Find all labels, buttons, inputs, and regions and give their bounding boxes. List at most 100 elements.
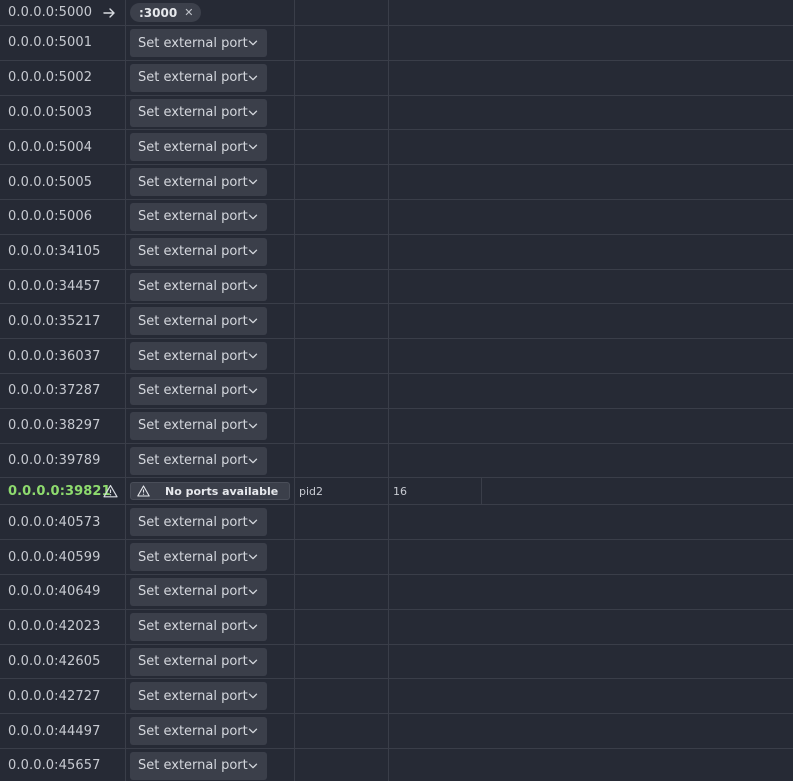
table-row[interactable]: 0.0.0.0:5002 Set external port bbox=[0, 61, 793, 96]
set-external-port-button[interactable]: Set external port bbox=[130, 682, 267, 711]
column-divider bbox=[481, 478, 482, 505]
port-address: 0.0.0.0:5005 bbox=[8, 174, 93, 190]
port-address: 0.0.0.0:40649 bbox=[8, 584, 101, 600]
chevron-down-icon bbox=[248, 40, 258, 46]
set-external-port-label: Set external port bbox=[138, 383, 248, 399]
set-external-port-label: Set external port bbox=[138, 70, 248, 86]
no-ports-label: No ports available bbox=[165, 484, 279, 498]
table-row[interactable]: 0.0.0.0:37287 Set external port bbox=[0, 374, 793, 409]
set-external-port-label: Set external port bbox=[138, 105, 248, 121]
set-external-port-button[interactable]: Set external port bbox=[130, 647, 267, 676]
set-external-port-label: Set external port bbox=[138, 619, 248, 635]
set-external-port-button[interactable]: Set external port bbox=[130, 543, 267, 572]
chevron-down-icon bbox=[248, 693, 258, 699]
set-external-port-button[interactable]: Set external port bbox=[130, 237, 267, 266]
chevron-down-icon bbox=[248, 144, 258, 150]
chevron-down-icon bbox=[248, 318, 258, 324]
warning-icon bbox=[137, 485, 150, 497]
port-address: 0.0.0.0:36037 bbox=[8, 348, 101, 364]
table-row[interactable]: 0.0.0.0:34457 Set external port bbox=[0, 270, 793, 305]
port-address: 0.0.0.0:38297 bbox=[8, 418, 101, 434]
set-external-port-button[interactable]: Set external port bbox=[130, 446, 267, 475]
set-external-port-button[interactable]: Set external port bbox=[130, 612, 267, 641]
chevron-down-icon bbox=[248, 624, 258, 630]
set-external-port-label: Set external port bbox=[138, 174, 248, 190]
port-address: 0.0.0.0:5000 bbox=[8, 5, 93, 20]
port-address: 0.0.0.0:34105 bbox=[8, 244, 101, 260]
port-address: 0.0.0.0:5001 bbox=[8, 35, 93, 51]
chevron-down-icon bbox=[248, 214, 258, 220]
set-external-port-button[interactable]: Set external port bbox=[130, 307, 267, 336]
chevron-down-icon bbox=[248, 284, 258, 289]
table-row[interactable]: 0.0.0.0:39789 Set external port bbox=[0, 444, 793, 479]
set-external-port-button[interactable]: Set external port bbox=[130, 202, 267, 231]
table-row[interactable]: 0.0.0.0:45657 Set external port bbox=[0, 749, 793, 781]
set-external-port-label: Set external port bbox=[138, 35, 248, 51]
port-address: 0.0.0.0:5004 bbox=[8, 139, 93, 155]
chevron-down-icon bbox=[248, 179, 258, 185]
table-row[interactable]: 0.0.0.0:40649 Set external port bbox=[0, 575, 793, 610]
table-row[interactable]: 0.0.0.0:40573 Set external port bbox=[0, 505, 793, 541]
port-address: 0.0.0.0:39821 bbox=[8, 483, 111, 499]
mapped-port-label: :3000 bbox=[139, 5, 178, 20]
table-row[interactable]: 0.0.0.0:5006 Set external port bbox=[0, 200, 793, 235]
table-row[interactable]: 0.0.0.0:42605 Set external port bbox=[0, 645, 793, 680]
table-row[interactable]: 0.0.0.0:5003 Set external port bbox=[0, 96, 793, 131]
table-row[interactable]: 0.0.0.0:38297 Set external port bbox=[0, 409, 793, 444]
chevron-down-icon bbox=[248, 75, 258, 81]
port-address: 0.0.0.0:39789 bbox=[8, 452, 101, 468]
process-id: 16 bbox=[393, 484, 407, 498]
set-external-port-label: Set external port bbox=[138, 244, 248, 260]
set-external-port-button[interactable]: Set external port bbox=[130, 98, 267, 127]
set-external-port-label: Set external port bbox=[138, 453, 248, 469]
port-address: 0.0.0.0:42605 bbox=[8, 653, 101, 669]
set-external-port-button[interactable]: Set external port bbox=[130, 133, 267, 162]
chevron-down-icon bbox=[248, 659, 258, 664]
port-address: 0.0.0.0:40573 bbox=[8, 514, 101, 530]
table-row[interactable]: 0.0.0.0:5000 :3000 ✕ bbox=[0, 0, 793, 26]
set-external-port-button[interactable]: Set external port bbox=[130, 272, 267, 301]
table-row[interactable]: 0.0.0.0:44497 Set external port bbox=[0, 714, 793, 749]
set-external-port-button[interactable]: Set external port bbox=[130, 168, 267, 197]
table-row[interactable]: 0.0.0.0:34105 Set external port bbox=[0, 235, 793, 270]
set-external-port-label: Set external port bbox=[138, 139, 248, 155]
set-external-port-label: Set external port bbox=[138, 549, 248, 565]
set-external-port-button[interactable]: Set external port bbox=[130, 29, 267, 57]
set-external-port-label: Set external port bbox=[138, 348, 248, 364]
chevron-down-icon bbox=[248, 110, 258, 115]
set-external-port-button[interactable]: Set external port bbox=[130, 717, 267, 746]
set-external-port-button[interactable]: Set external port bbox=[130, 342, 267, 371]
table-row[interactable]: 0.0.0.0:35217 Set external port bbox=[0, 304, 793, 340]
table-row[interactable]: 0.0.0.0:39821 No ports available pid2 16 bbox=[0, 478, 793, 506]
table-row[interactable]: 0.0.0.0:5001 Set external port bbox=[0, 26, 793, 61]
chevron-down-icon bbox=[248, 519, 258, 525]
no-ports-available-button[interactable]: No ports available bbox=[130, 482, 290, 501]
set-external-port-button[interactable]: Set external port bbox=[130, 577, 267, 606]
set-external-port-button[interactable]: Set external port bbox=[130, 376, 267, 405]
set-external-port-label: Set external port bbox=[138, 688, 248, 704]
chevron-down-icon bbox=[248, 423, 258, 429]
table-row[interactable]: 0.0.0.0:40599 Set external port bbox=[0, 540, 793, 575]
port-address: 0.0.0.0:42023 bbox=[8, 619, 101, 635]
mapped-port-chip[interactable]: :3000 ✕ bbox=[130, 3, 202, 22]
chevron-down-icon bbox=[248, 763, 258, 769]
port-address: 0.0.0.0:34457 bbox=[8, 278, 101, 294]
set-external-port-button[interactable]: Set external port bbox=[130, 411, 267, 440]
table-row[interactable]: 0.0.0.0:36037 Set external port bbox=[0, 339, 793, 374]
table-row[interactable]: 0.0.0.0:42023 Set external port bbox=[0, 610, 793, 645]
port-table: 0.0.0.0:5000 :3000 ✕ 0.0.0.0:5001 Set extern… bbox=[0, 0, 793, 781]
table-row[interactable]: 0.0.0.0:42727 Set external port bbox=[0, 679, 793, 715]
set-external-port-button[interactable]: Set external port bbox=[130, 63, 267, 92]
set-external-port-label: Set external port bbox=[138, 584, 248, 600]
arrow-right-icon bbox=[103, 7, 115, 18]
close-icon[interactable]: ✕ bbox=[184, 6, 193, 19]
table-row[interactable]: 0.0.0.0:5005 Set external port bbox=[0, 165, 793, 200]
table-row[interactable]: 0.0.0.0:5004 Set external port bbox=[0, 130, 793, 166]
port-address: 0.0.0.0:37287 bbox=[8, 383, 101, 399]
set-external-port-button[interactable]: Set external port bbox=[130, 508, 267, 537]
chevron-down-icon bbox=[248, 249, 258, 255]
port-address: 0.0.0.0:5006 bbox=[8, 209, 93, 225]
set-external-port-button[interactable]: Set external port bbox=[130, 751, 267, 780]
set-external-port-label: Set external port bbox=[138, 654, 248, 670]
warning-icon bbox=[103, 485, 118, 498]
